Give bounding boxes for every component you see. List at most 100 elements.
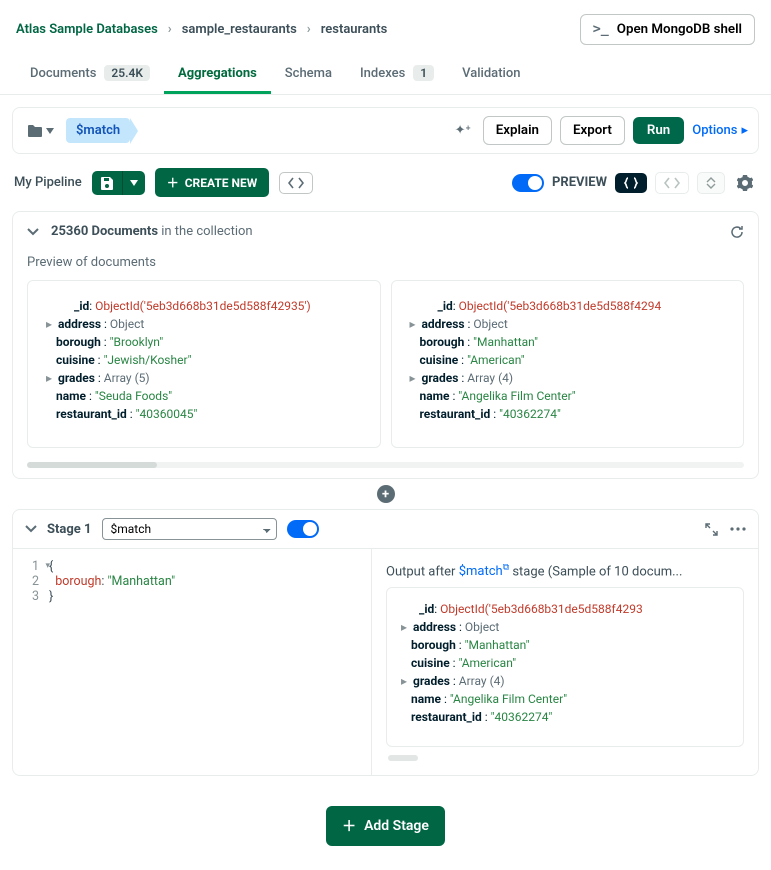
- match-docs-link[interactable]: $match⧉: [459, 564, 509, 579]
- options-link[interactable]: Options ▸: [692, 123, 748, 138]
- expand-caret-icon[interactable]: ▸: [410, 369, 420, 387]
- focus-view-button[interactable]: [655, 172, 689, 194]
- tab-indexes[interactable]: Indexes 1: [346, 55, 448, 94]
- field-value: "Angelika Film Center": [458, 389, 575, 403]
- breadcrumb-database[interactable]: sample_restaurants: [182, 22, 297, 37]
- documents-suffix: in the collection: [158, 224, 253, 239]
- preview-toggle[interactable]: [512, 174, 544, 192]
- pipeline-toolbar-right: PREVIEW: [512, 172, 757, 194]
- breadcrumb: Atlas Sample Databases › sample_restaura…: [16, 22, 387, 37]
- field-value: Array (5): [104, 371, 150, 385]
- chevron-right-icon: ›: [168, 22, 172, 37]
- stage-header-left: Stage 1 $match: [25, 518, 319, 540]
- expand-caret-icon[interactable]: ▸: [410, 315, 420, 333]
- tab-documents[interactable]: Documents 25.4K: [16, 55, 164, 94]
- breadcrumb-root[interactable]: Atlas Sample Databases: [16, 22, 158, 37]
- field-key: restaurant_id: [420, 407, 491, 421]
- refresh-icon: [730, 225, 744, 239]
- output-prefix: Output after: [386, 564, 459, 579]
- field-value: Object: [473, 317, 507, 331]
- pipeline-bar-left: $match: [23, 118, 130, 143]
- breadcrumb-collection[interactable]: restaurants: [321, 22, 388, 37]
- field-key: name: [56, 389, 86, 403]
- stage-menu-button[interactable]: [730, 527, 746, 531]
- documents-panel-header[interactable]: 25360 Documents in the collection: [13, 212, 758, 251]
- export-button[interactable]: Export: [560, 116, 625, 145]
- save-icon: [100, 176, 114, 190]
- dots-horizontal-icon: [730, 527, 746, 531]
- plus-icon: ＋: [342, 816, 356, 836]
- field-key: name: [411, 692, 441, 706]
- create-new-button[interactable]: ＋ CREATE NEW: [155, 168, 270, 197]
- field-value: "40362274": [491, 710, 553, 724]
- text-mode-button[interactable]: [279, 172, 313, 194]
- chevron-down-icon: [27, 228, 39, 236]
- collapse-icon: [705, 177, 717, 189]
- field-value: "Angelika Film Center": [450, 692, 567, 706]
- field-value: "Manhattan": [473, 335, 538, 349]
- stage-header-right: [705, 523, 746, 536]
- field-key: borough: [56, 335, 101, 349]
- add-stage-label: Add Stage: [364, 818, 429, 834]
- output-suffix: stage (Sample of 10 docum...: [509, 564, 682, 579]
- explain-button[interactable]: Explain: [483, 116, 552, 145]
- options-label: Options: [692, 123, 737, 138]
- field-key: cuisine: [56, 353, 95, 367]
- stage-panel: Stage 1 $match 1▾{ 2 borough: "Manhattan…: [12, 509, 759, 776]
- field-key: address: [413, 620, 456, 634]
- add-stage-button[interactable]: ＋ Add Stage: [326, 806, 445, 846]
- field-value: "40360045": [136, 407, 198, 421]
- expand-stage-button[interactable]: [705, 523, 718, 536]
- horizontal-scrollbar[interactable]: [27, 462, 744, 468]
- pipeline-bar-right: ✦⁺ Explain Export Run Options ▸: [451, 116, 748, 145]
- refresh-button[interactable]: [730, 225, 744, 239]
- stage-operator-select[interactable]: $match: [102, 518, 277, 540]
- create-new-label: CREATE NEW: [185, 176, 258, 190]
- save-dropdown-button[interactable]: [123, 171, 145, 195]
- tab-validation[interactable]: Validation: [448, 55, 534, 94]
- expand-caret-icon[interactable]: ▸: [401, 618, 411, 636]
- header: Atlas Sample Databases › sample_restaura…: [0, 0, 771, 55]
- field-value: "American": [467, 353, 525, 367]
- field-key: grades: [422, 371, 459, 385]
- expand-icon: [705, 523, 718, 536]
- preview-of-documents-label: Preview of documents: [13, 251, 758, 280]
- documents-panel: 25360 Documents in the collection Previe…: [12, 211, 759, 479]
- stage-chip-match[interactable]: $match: [66, 118, 130, 143]
- field-key: address: [58, 317, 101, 331]
- ai-sparkle-icon[interactable]: ✦⁺: [451, 123, 475, 138]
- caret-down-icon: [130, 180, 138, 186]
- tab-schema[interactable]: Schema: [271, 55, 346, 94]
- field-value: Array (4): [459, 674, 505, 688]
- expand-caret-icon[interactable]: ▸: [401, 672, 411, 690]
- expand-caret-icon[interactable]: ▸: [46, 369, 56, 387]
- preview-label: PREVIEW: [552, 175, 607, 190]
- settings-button[interactable]: [733, 173, 757, 193]
- open-shell-button[interactable]: >_ Open MongoDB shell: [580, 14, 755, 45]
- scrollbar-thumb[interactable]: [27, 462, 157, 468]
- add-stage-inline-button[interactable]: +: [377, 485, 395, 503]
- field-key: restaurant_id: [411, 710, 482, 724]
- stage-body: 1▾{ 2 borough: "Manhattan" 3} Output aft…: [13, 549, 758, 775]
- stage-editor[interactable]: 1▾{ 2 borough: "Manhattan" 3}: [13, 549, 372, 775]
- stages-view-button[interactable]: [615, 173, 647, 193]
- indexes-count-badge: 1: [413, 65, 434, 81]
- tab-aggregations[interactable]: Aggregations: [164, 55, 271, 94]
- caret-down-icon: [46, 128, 54, 134]
- horizontal-scrollbar[interactable]: [388, 755, 418, 761]
- chevron-down-icon[interactable]: [25, 525, 37, 533]
- field-value: "Seuda Foods": [95, 389, 172, 403]
- run-button[interactable]: Run: [633, 117, 684, 144]
- save-pipeline-group: [92, 171, 145, 195]
- saved-pipelines-button[interactable]: [23, 120, 58, 142]
- editor-token: borough: [55, 574, 101, 589]
- expand-caret-icon[interactable]: ▸: [46, 315, 56, 333]
- save-button[interactable]: [92, 171, 123, 195]
- collapse-button[interactable]: [697, 172, 725, 194]
- documents-panel-header-left: 25360 Documents in the collection: [27, 224, 253, 239]
- stage-enabled-toggle[interactable]: [287, 520, 319, 538]
- field-value: ObjectId('5eb3d668b31de5d588f42935'): [95, 299, 311, 313]
- field-value: Object: [465, 620, 499, 634]
- gear-icon: [737, 175, 753, 191]
- add-stage-row: ＋ Add Stage: [0, 776, 771, 860]
